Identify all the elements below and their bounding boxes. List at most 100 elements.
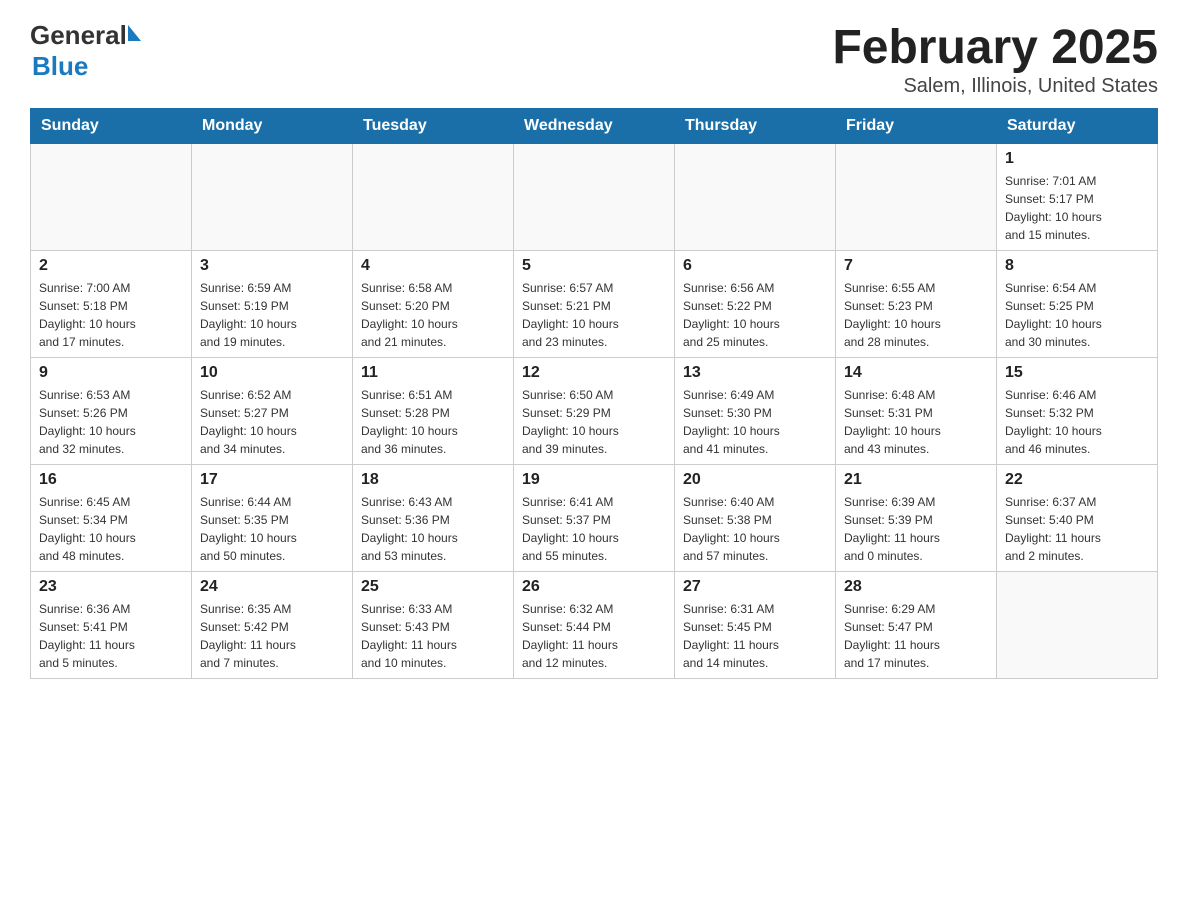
- day-number: 22: [1005, 471, 1149, 489]
- day-info: Sunrise: 6:40 AM Sunset: 5:38 PM Dayligh…: [683, 493, 827, 565]
- calendar-cell: [31, 144, 192, 251]
- day-info: Sunrise: 6:49 AM Sunset: 5:30 PM Dayligh…: [683, 386, 827, 458]
- logo-arrow-icon: [128, 25, 141, 41]
- calendar-cell: [514, 144, 675, 251]
- calendar-cell: 14 Sunrise: 6:48 AM Sunset: 5:31 PM Dayli…: [836, 358, 997, 465]
- col-friday: Friday: [836, 109, 997, 144]
- calendar-cell: 6Sunrise: 6:56 AM Sunset: 5:22 PM Daylig…: [675, 251, 836, 358]
- col-tuesday: Tuesday: [353, 109, 514, 144]
- day-number: 11: [361, 364, 505, 382]
- day-info: Sunrise: 6:57 AM Sunset: 5:21 PM Dayligh…: [522, 279, 666, 351]
- day-info: Sunrise: 6:54 AM Sunset: 5:25 PM Dayligh…: [1005, 279, 1149, 351]
- day-info: Sunrise: 6:46 AM Sunset: 5:32 PM Dayligh…: [1005, 386, 1149, 458]
- calendar-cell: [997, 572, 1158, 679]
- page-subtitle: Salem, Illinois, United States: [832, 75, 1158, 98]
- calendar-cell: 16Sunrise: 6:45 AM Sunset: 5:34 PM Dayli…: [31, 465, 192, 572]
- calendar-week-row: 9Sunrise: 6:53 AM Sunset: 5:26 PM Daylig…: [31, 358, 1158, 465]
- day-info: Sunrise: 6:35 AM Sunset: 5:42 PM Dayligh…: [200, 600, 344, 672]
- calendar-cell: 18 Sunrise: 6:43 AM Sunset: 5:36 PM Dayli…: [353, 465, 514, 572]
- day-number: 26: [522, 578, 666, 596]
- day-info: Sunrise: 6:37 AM Sunset: 5:40 PM Dayligh…: [1005, 493, 1149, 565]
- calendar-cell: 23 Sunrise: 6:36 AM Sunset: 5:41 PM Dayli…: [31, 572, 192, 679]
- day-number: 2: [39, 257, 183, 275]
- calendar-cell: 9Sunrise: 6:53 AM Sunset: 5:26 PM Daylig…: [31, 358, 192, 465]
- day-info: Sunrise: 6:51 AM Sunset: 5:28 PM Dayligh…: [361, 386, 505, 458]
- calendar-cell: 26 Sunrise: 6:32 AM Sunset: 5:44 PM Dayli…: [514, 572, 675, 679]
- day-info: Sunrise: 6:41 AM Sunset: 5:37 PM Dayligh…: [522, 493, 666, 565]
- day-info: Sunrise: 6:32 AM Sunset: 5:44 PM Dayligh…: [522, 600, 666, 672]
- calendar-cell: 20 Sunrise: 6:40 AM Sunset: 5:38 PM Dayli…: [675, 465, 836, 572]
- calendar-cell: 3 Sunrise: 6:59 AM Sunset: 5:19 PM Daylig…: [192, 251, 353, 358]
- calendar-cell: [675, 144, 836, 251]
- day-number: 19: [522, 471, 666, 489]
- day-number: 4: [361, 257, 505, 275]
- day-number: 20: [683, 471, 827, 489]
- day-number: 3: [200, 257, 344, 275]
- day-info: Sunrise: 6:33 AM Sunset: 5:43 PM Dayligh…: [361, 600, 505, 672]
- calendar-week-row: 23 Sunrise: 6:36 AM Sunset: 5:41 PM Dayli…: [31, 572, 1158, 679]
- day-info: Sunrise: 6:48 AM Sunset: 5:31 PM Dayligh…: [844, 386, 988, 458]
- day-info: Sunrise: 6:59 AM Sunset: 5:19 PM Dayligh…: [200, 279, 344, 351]
- calendar-cell: 2Sunrise: 7:00 AM Sunset: 5:18 PM Daylig…: [31, 251, 192, 358]
- calendar-cell: [192, 144, 353, 251]
- col-saturday: Saturday: [997, 109, 1158, 144]
- calendar-week-row: 16Sunrise: 6:45 AM Sunset: 5:34 PM Dayli…: [31, 465, 1158, 572]
- day-number: 25: [361, 578, 505, 596]
- title-block: February 2025 Salem, Illinois, United St…: [832, 20, 1158, 98]
- calendar-cell: [353, 144, 514, 251]
- page-title: February 2025: [832, 20, 1158, 75]
- day-number: 23: [39, 578, 183, 596]
- calendar-cell: 11 Sunrise: 6:51 AM Sunset: 5:28 PM Dayli…: [353, 358, 514, 465]
- day-info: Sunrise: 6:31 AM Sunset: 5:45 PM Dayligh…: [683, 600, 827, 672]
- calendar-cell: 5Sunrise: 6:57 AM Sunset: 5:21 PM Daylig…: [514, 251, 675, 358]
- calendar-cell: 22 Sunrise: 6:37 AM Sunset: 5:40 PM Dayli…: [997, 465, 1158, 572]
- calendar-cell: 17 Sunrise: 6:44 AM Sunset: 5:35 PM Dayli…: [192, 465, 353, 572]
- day-info: Sunrise: 6:29 AM Sunset: 5:47 PM Dayligh…: [844, 600, 988, 672]
- calendar-cell: 8 Sunrise: 6:54 AM Sunset: 5:25 PM Daylig…: [997, 251, 1158, 358]
- day-info: Sunrise: 6:36 AM Sunset: 5:41 PM Dayligh…: [39, 600, 183, 672]
- day-number: 8: [1005, 257, 1149, 275]
- calendar-cell: 19 Sunrise: 6:41 AM Sunset: 5:37 PM Dayli…: [514, 465, 675, 572]
- col-thursday: Thursday: [675, 109, 836, 144]
- calendar-cell: 15Sunrise: 6:46 AM Sunset: 5:32 PM Dayli…: [997, 358, 1158, 465]
- day-info: Sunrise: 6:43 AM Sunset: 5:36 PM Dayligh…: [361, 493, 505, 565]
- calendar-cell: 24 Sunrise: 6:35 AM Sunset: 5:42 PM Dayli…: [192, 572, 353, 679]
- day-number: 12: [522, 364, 666, 382]
- day-number: 28: [844, 578, 988, 596]
- day-info: Sunrise: 6:52 AM Sunset: 5:27 PM Dayligh…: [200, 386, 344, 458]
- day-number: 21: [844, 471, 988, 489]
- calendar-cell: 25 Sunrise: 6:33 AM Sunset: 5:43 PM Dayli…: [353, 572, 514, 679]
- day-info: Sunrise: 6:39 AM Sunset: 5:39 PM Dayligh…: [844, 493, 988, 565]
- day-info: Sunrise: 6:44 AM Sunset: 5:35 PM Dayligh…: [200, 493, 344, 565]
- day-number: 18: [361, 471, 505, 489]
- page-header: General Blue February 2025 Salem, Illino…: [30, 20, 1158, 98]
- day-info: Sunrise: 6:50 AM Sunset: 5:29 PM Dayligh…: [522, 386, 666, 458]
- day-number: 17: [200, 471, 344, 489]
- calendar-cell: 28 Sunrise: 6:29 AM Sunset: 5:47 PM Dayli…: [836, 572, 997, 679]
- day-header-row: Sunday Monday Tuesday Wednesday Thursday…: [31, 109, 1158, 144]
- day-number: 13: [683, 364, 827, 382]
- logo-blue-text: Blue: [32, 51, 141, 82]
- calendar-cell: 4 Sunrise: 6:58 AM Sunset: 5:20 PM Daylig…: [353, 251, 514, 358]
- day-number: 1: [1005, 150, 1149, 168]
- logo: General Blue: [30, 20, 141, 82]
- calendar-week-row: 2Sunrise: 7:00 AM Sunset: 5:18 PM Daylig…: [31, 251, 1158, 358]
- calendar-cell: 13 Sunrise: 6:49 AM Sunset: 5:30 PM Dayli…: [675, 358, 836, 465]
- col-sunday: Sunday: [31, 109, 192, 144]
- day-number: 14: [844, 364, 988, 382]
- day-info: Sunrise: 7:01 AM Sunset: 5:17 PM Dayligh…: [1005, 172, 1149, 244]
- day-info: Sunrise: 6:55 AM Sunset: 5:23 PM Dayligh…: [844, 279, 988, 351]
- calendar-cell: 10Sunrise: 6:52 AM Sunset: 5:27 PM Dayli…: [192, 358, 353, 465]
- day-number: 6: [683, 257, 827, 275]
- col-wednesday: Wednesday: [514, 109, 675, 144]
- calendar-cell: 12 Sunrise: 6:50 AM Sunset: 5:29 PM Dayli…: [514, 358, 675, 465]
- day-info: Sunrise: 6:58 AM Sunset: 5:20 PM Dayligh…: [361, 279, 505, 351]
- calendar-cell: 1 Sunrise: 7:01 AM Sunset: 5:17 PM Daylig…: [997, 144, 1158, 251]
- calendar-header: Sunday Monday Tuesday Wednesday Thursday…: [31, 109, 1158, 144]
- calendar-table: Sunday Monday Tuesday Wednesday Thursday…: [30, 108, 1158, 679]
- calendar-week-row: 1 Sunrise: 7:01 AM Sunset: 5:17 PM Daylig…: [31, 144, 1158, 251]
- day-number: 24: [200, 578, 344, 596]
- day-number: 9: [39, 364, 183, 382]
- calendar-cell: [836, 144, 997, 251]
- day-info: Sunrise: 6:45 AM Sunset: 5:34 PM Dayligh…: [39, 493, 183, 565]
